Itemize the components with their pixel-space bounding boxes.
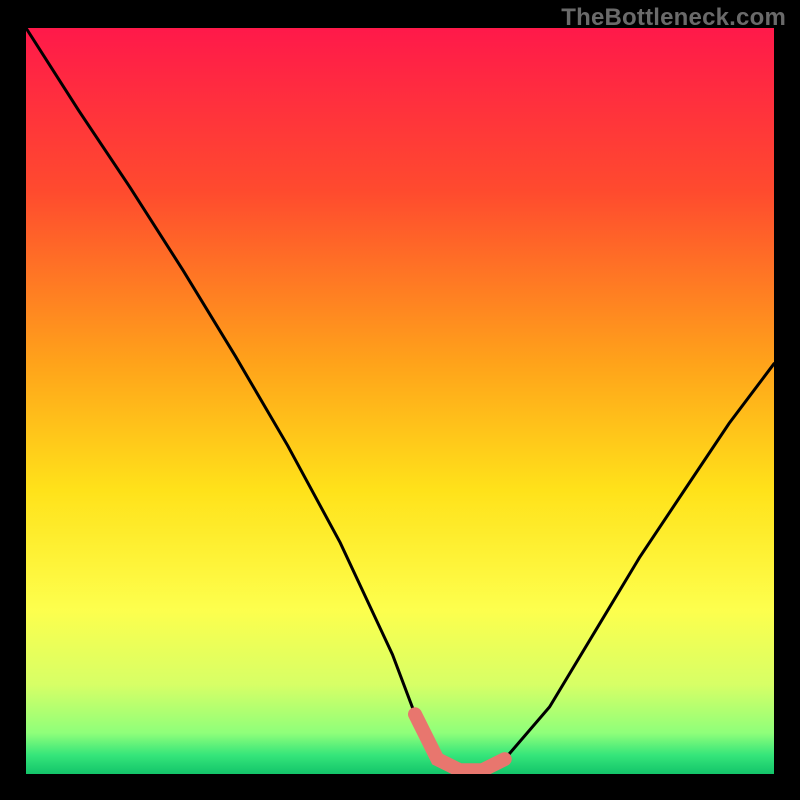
gradient-rect [26, 28, 774, 774]
chart-frame: TheBottleneck.com [0, 0, 800, 800]
plot-area [26, 28, 774, 774]
plot-svg [26, 28, 774, 774]
